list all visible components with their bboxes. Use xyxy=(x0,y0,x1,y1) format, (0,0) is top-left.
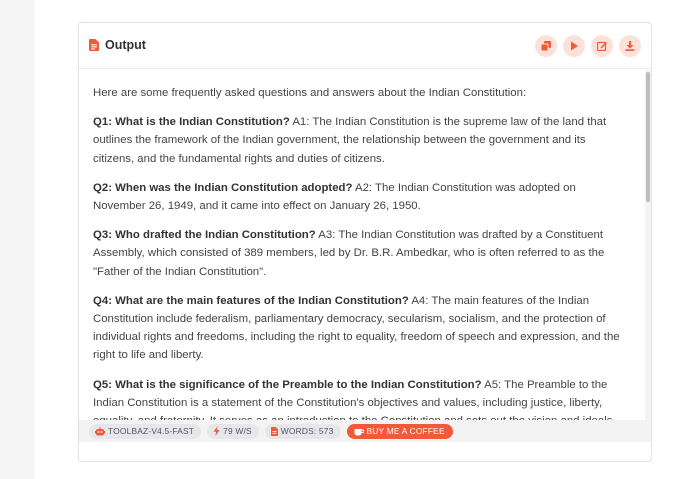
lightning-icon xyxy=(213,426,220,436)
coffee-icon xyxy=(354,427,364,436)
coffee-label: BUY ME A COFFEE xyxy=(366,426,445,436)
words-label: WORDS: 573 xyxy=(280,426,334,436)
question-text: Q4: What are the main features of the In… xyxy=(93,294,409,307)
qa-item: Q1: What is the Indian Constitution? A1:… xyxy=(93,113,629,168)
download-icon xyxy=(625,41,635,51)
speed-badge: 79 W/S xyxy=(207,423,259,439)
copy-button[interactable] xyxy=(535,35,557,57)
content-scrollbar[interactable] xyxy=(645,70,651,440)
download-button[interactable] xyxy=(619,35,641,57)
scrollbar-thumb[interactable] xyxy=(646,72,650,202)
qa-item: Q3: Who drafted the Indian Constitution?… xyxy=(93,226,629,281)
panel-header: Output xyxy=(79,23,651,69)
document-icon xyxy=(270,426,278,436)
copy-icon xyxy=(541,41,551,51)
words-badge: WORDS: 573 xyxy=(264,423,341,439)
panel-title-wrap: Output xyxy=(89,38,146,52)
panel-footer: TOOLBAZ-V4.5-FAST 79 W/S WORDS: 573 BUY … xyxy=(79,420,651,442)
qa-item: Q2: When was the Indian Constitution ado… xyxy=(93,179,629,215)
intro-text: Here are some frequently asked questions… xyxy=(93,87,527,99)
robot-icon xyxy=(95,426,105,436)
question-text: Q5: What is the significance of the Prea… xyxy=(93,378,482,391)
question-text: Q3: Who drafted the Indian Constitution? xyxy=(93,229,316,242)
qa-item: Q4: What are the main features of the In… xyxy=(93,292,629,365)
edit-icon xyxy=(597,41,607,51)
panel-title: Output xyxy=(105,38,146,52)
model-label: TOOLBAZ-V4.5-FAST xyxy=(108,426,195,436)
file-icon xyxy=(89,39,99,51)
model-badge: TOOLBAZ-V4.5-FAST xyxy=(89,423,202,439)
speed-label: 79 W/S xyxy=(223,426,252,436)
panel-actions xyxy=(535,35,641,57)
question-text: Q2: When was the Indian Constitution ado… xyxy=(93,181,353,194)
edit-button[interactable] xyxy=(591,35,613,57)
output-panel: Output Here are some frequently asked qu… xyxy=(78,22,652,462)
play-icon xyxy=(571,41,578,51)
play-button[interactable] xyxy=(563,35,585,57)
output-content[interactable]: Here are some frequently asked questions… xyxy=(79,70,651,440)
question-text: Q1: What is the Indian Constitution? xyxy=(93,116,290,129)
buy-coffee-button[interactable]: BUY ME A COFFEE xyxy=(346,423,453,439)
